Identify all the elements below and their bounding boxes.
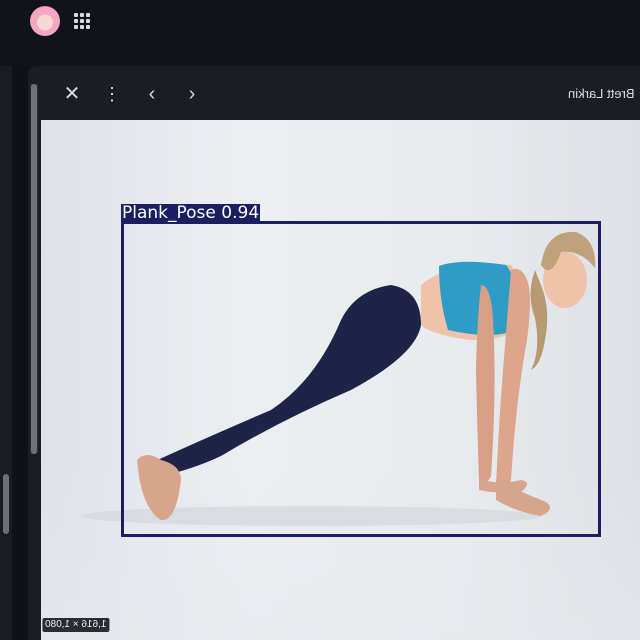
chevron-left-icon[interactable]: ‹ — [140, 82, 164, 106]
close-icon[interactable]: ✕ — [60, 82, 84, 106]
chevron-right-icon[interactable]: › — [180, 82, 204, 106]
viewer-scrollbar[interactable] — [30, 84, 38, 454]
viewer-scrollbar-thumb[interactable] — [31, 84, 37, 454]
viewer-toolbar: ✕ ⋮ ‹ › Brett Larkin — [40, 68, 640, 120]
left-scrollbar-thumb[interactable] — [3, 474, 9, 534]
top-bar — [0, 0, 640, 66]
avatar[interactable] — [30, 6, 60, 36]
more-vert-icon[interactable]: ⋮ — [100, 82, 124, 106]
image-dimensions: 1,616 × 1,080 — [42, 618, 110, 632]
detection-bounding-box — [121, 221, 601, 537]
apps-grid-icon[interactable] — [74, 13, 92, 31]
viewer-photo: Plank_Pose 0.94 — [41, 120, 640, 640]
author-name[interactable]: Brett Larkin — [568, 86, 634, 101]
left-scrollbar[interactable] — [0, 0, 12, 640]
detection-label: Plank_Pose 0.94 — [121, 203, 261, 223]
